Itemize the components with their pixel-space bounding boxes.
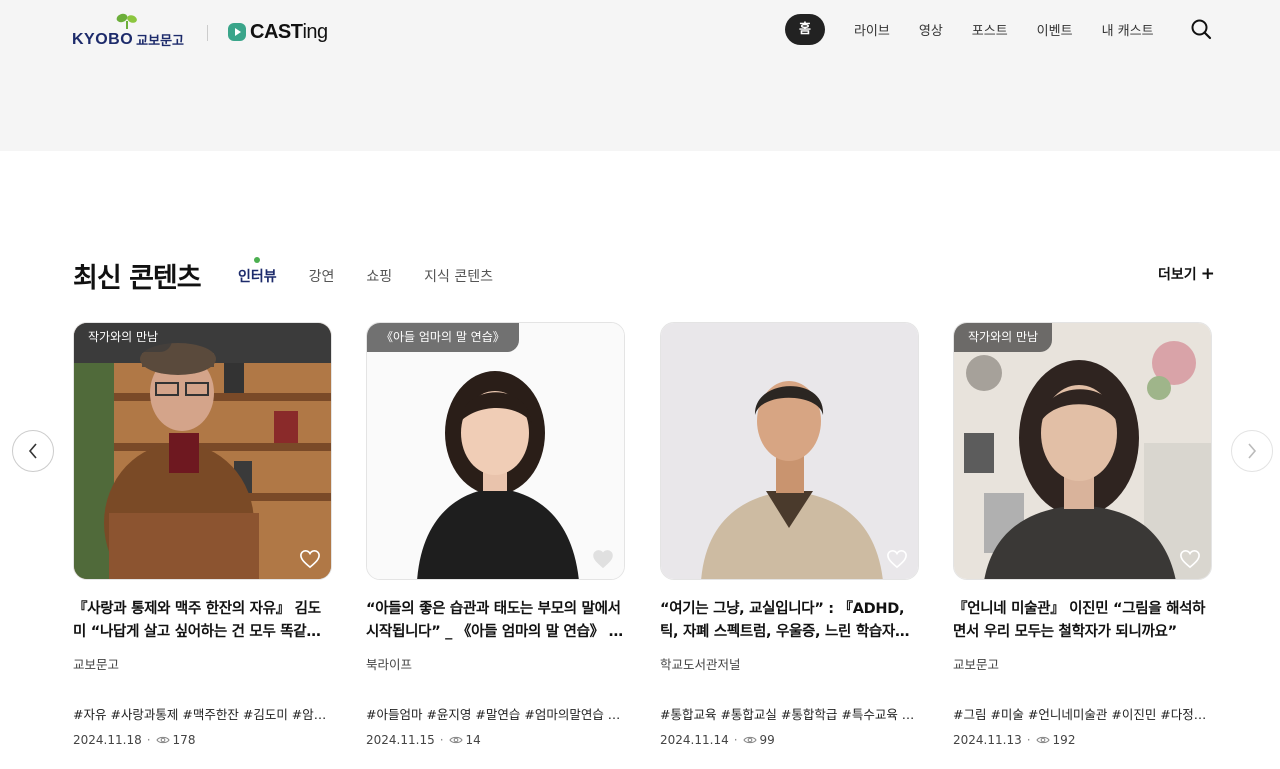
content-card[interactable]: 《아들 엄마의 말 연습》 “아들의 좋은 습관과 태도는 부모의 말에서 시작… xyxy=(366,322,625,747)
card-tags[interactable]: #아들엄마 #윤지영 #말연습 #엄마의말연습 #… xyxy=(366,704,625,723)
card-badge: 작가와의 만남 xyxy=(74,323,173,352)
eye-icon xyxy=(1035,736,1050,744)
play-icon xyxy=(228,23,246,41)
eye-icon xyxy=(155,736,170,744)
heart-icon[interactable] xyxy=(886,549,908,569)
content-tabs: 인터뷰 강연 쇼핑 지식 콘텐츠 xyxy=(238,257,525,286)
nav-home[interactable]: 홈 xyxy=(785,14,825,45)
card-views: 99 xyxy=(759,733,775,747)
carousel-prev-button[interactable] xyxy=(12,430,54,472)
nav-my-cast[interactable]: 내 캐스트 xyxy=(1102,20,1154,39)
casting-logo[interactable]: CAST ing xyxy=(228,20,328,44)
carousel-next-button[interactable] xyxy=(1231,430,1273,472)
card-thumbnail[interactable]: 작가와의 만남 xyxy=(953,322,1212,580)
card-source: 북라이프 xyxy=(366,657,413,672)
casting-logo-ing: ing xyxy=(302,20,328,43)
casting-logo-cast: CAST xyxy=(250,20,303,43)
card-title[interactable]: 『사랑과 통제와 맥주 한잔의 자유』 김도미 “나답게 살고 싶어하는 건 모… xyxy=(73,598,332,644)
nav-video[interactable]: 영상 xyxy=(919,20,943,39)
card-tags[interactable]: #자유 #사랑과통제 #맥주한잔 #김도미 #암경… xyxy=(73,704,332,723)
plus-icon: + xyxy=(1200,264,1215,284)
heart-icon[interactable] xyxy=(592,549,614,569)
tab-shopping[interactable]: 쇼핑 xyxy=(366,266,392,286)
eye-icon xyxy=(448,736,463,744)
card-date: 2024.11.14 xyxy=(660,733,729,747)
sprout-icon xyxy=(116,13,137,30)
card-tags[interactable]: #통합교육 #통합교실 #통합학급 #특수교육 #… xyxy=(660,704,919,723)
content-card[interactable]: 작가와의 만남 『언니네 미술관』 이진민 “그림을 해석하면서 우리 모두는 … xyxy=(953,322,1212,747)
card-meta: 2024.11.13 · 192 xyxy=(953,733,1212,747)
main-nav: 홈 라이브 영상 포스트 이벤트 내 캐스트 xyxy=(785,14,1183,45)
card-title[interactable]: 『언니네 미술관』 이진민 “그림을 해석하면서 우리 모두는 철학자가 되니까… xyxy=(953,598,1212,644)
tab-knowledge[interactable]: 지식 콘텐츠 xyxy=(424,266,493,286)
card-source: 교보문고 xyxy=(73,657,120,672)
card-badge: 작가와의 만남 xyxy=(954,323,1053,352)
card-views: 192 xyxy=(1052,733,1076,747)
card-title[interactable]: “여기는 그냥, 교실입니다” : 『ADHD, 틱, 자폐 스펙트럼, 우울증… xyxy=(660,598,919,644)
card-meta: 2024.11.15 · 14 xyxy=(366,733,625,747)
site-header: KYOBO 교보문고 CAST ing 홈 라이브 영상 포스트 이벤트 내 캐… xyxy=(0,0,1280,151)
card-source: 학교도서관저널 xyxy=(660,657,741,672)
card-meta: 2024.11.18 · 178 xyxy=(73,733,332,747)
section-title: 최신 콘텐츠 xyxy=(73,263,202,294)
card-views: 14 xyxy=(465,733,481,747)
author-photo xyxy=(661,323,918,579)
content-card[interactable]: 작가와의 만남 『사랑과 통제와 맥주 한잔의 자유』 김도미 “나답게 살고 … xyxy=(73,322,332,747)
active-tab-dot xyxy=(254,257,260,263)
tab-interview-label: 인터뷰 xyxy=(238,269,277,285)
card-thumbnail[interactable]: 작가와의 만남 xyxy=(73,322,332,580)
nav-event[interactable]: 이벤트 xyxy=(1037,20,1073,39)
author-photo xyxy=(367,323,624,579)
tab-lecture[interactable]: 강연 xyxy=(309,266,335,286)
more-link[interactable]: 더보기 + xyxy=(1158,264,1215,284)
chevron-left-icon xyxy=(28,443,37,459)
card-source: 교보문고 xyxy=(953,657,1000,672)
content-card[interactable]: “여기는 그냥, 교실입니다” : 『ADHD, 틱, 자폐 스펙트럼, 우울증… xyxy=(660,322,919,747)
chevron-right-icon xyxy=(1248,443,1257,459)
card-views: 178 xyxy=(172,733,196,747)
author-photo xyxy=(954,323,1211,579)
meta-separator: · xyxy=(146,733,151,747)
tab-interview[interactable]: 인터뷰 xyxy=(238,257,277,286)
card-date: 2024.11.18 xyxy=(73,733,142,747)
card-meta: 2024.11.14 · 99 xyxy=(660,733,919,747)
card-badge: 《아들 엄마의 말 연습》 xyxy=(367,323,519,352)
search-icon[interactable] xyxy=(1190,18,1212,40)
card-title[interactable]: “아들의 좋은 습관과 태도는 부모의 말에서 시작됩니다” _ 《아들 엄마의… xyxy=(366,598,625,644)
logo-divider xyxy=(207,25,208,41)
meta-separator: · xyxy=(733,733,738,747)
meta-separator: · xyxy=(439,733,444,747)
heart-icon[interactable] xyxy=(1179,549,1201,569)
kyobo-logo-text: KYOBO xyxy=(72,31,134,48)
kyobo-logo-kr: 교보문고 xyxy=(136,34,185,49)
card-date: 2024.11.13 xyxy=(953,733,1022,747)
kyobo-logo[interactable]: KYOBO 교보문고 xyxy=(72,12,184,48)
more-label: 더보기 xyxy=(1158,267,1197,283)
card-date: 2024.11.15 xyxy=(366,733,435,747)
card-thumbnail[interactable] xyxy=(660,322,919,580)
nav-live[interactable]: 라이브 xyxy=(854,20,890,39)
heart-icon[interactable] xyxy=(299,549,321,569)
eye-icon xyxy=(742,736,757,744)
meta-separator: · xyxy=(1026,733,1031,747)
card-thumbnail[interactable]: 《아들 엄마의 말 연습》 xyxy=(366,322,625,580)
card-tags[interactable]: #그림 #미술 #언니네미술관 #이진민 #다정한… xyxy=(953,704,1212,723)
author-photo xyxy=(74,323,331,579)
nav-post[interactable]: 포스트 xyxy=(972,20,1008,39)
